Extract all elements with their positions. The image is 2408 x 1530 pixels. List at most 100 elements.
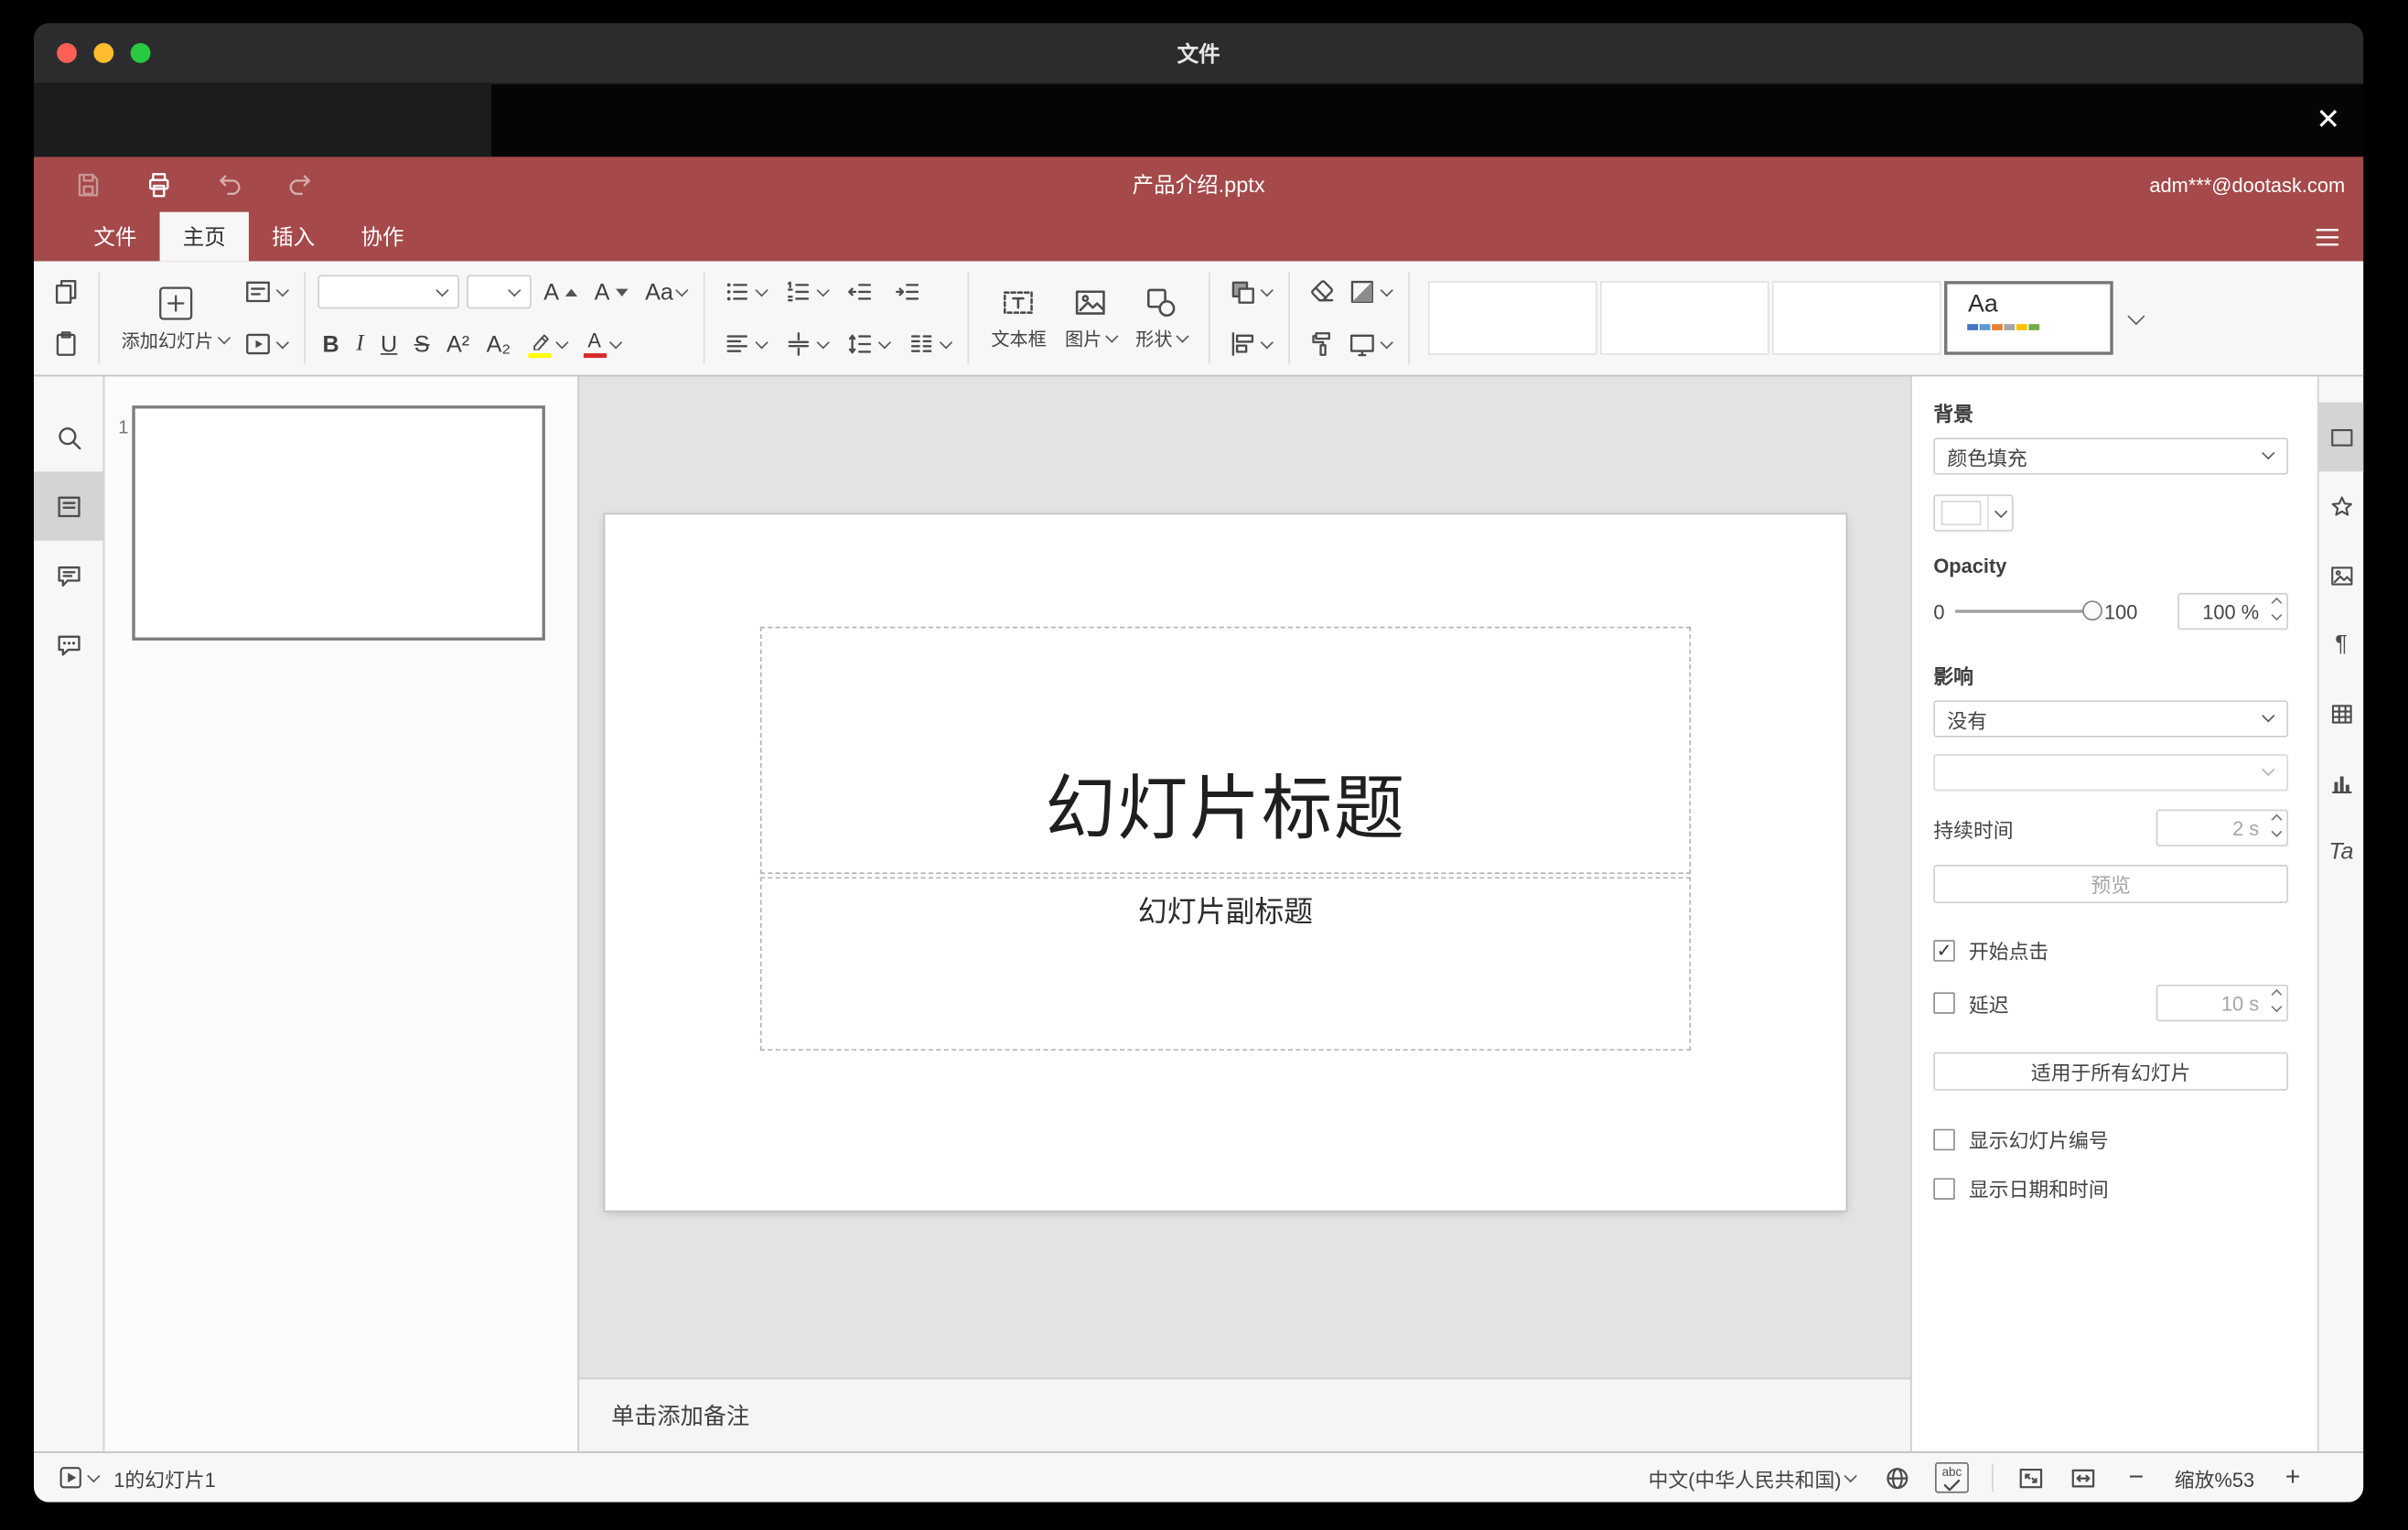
spinner-arrows[interactable] bbox=[2271, 813, 2283, 837]
fit-to-width-button[interactable] bbox=[2069, 1463, 2098, 1492]
effect-type-select[interactable] bbox=[1933, 754, 2289, 792]
increase-font-button[interactable]: A bbox=[539, 277, 582, 307]
background-color-button[interactable] bbox=[1933, 494, 2014, 532]
slide-thumbnail-1[interactable] bbox=[132, 405, 545, 641]
tab-file[interactable]: 文件 bbox=[70, 212, 159, 262]
notes-area[interactable]: 单击添加备注 bbox=[578, 1377, 1911, 1452]
theme-slot-1[interactable] bbox=[1428, 281, 1598, 355]
redo-button[interactable] bbox=[285, 169, 315, 199]
undo-button[interactable] bbox=[215, 169, 244, 199]
duration-spinner[interactable]: 2 s bbox=[2155, 809, 2289, 846]
strikethrough-button[interactable]: S bbox=[410, 329, 435, 359]
ribbon-tabs: 文件 主页 插入 协作 bbox=[34, 211, 427, 262]
title-placeholder[interactable]: 幻灯片标题 bbox=[759, 626, 1692, 875]
theme-gallery-expand-button[interactable] bbox=[2117, 281, 2157, 355]
subscript-button[interactable]: A₂ bbox=[482, 329, 516, 359]
textart-settings-tab[interactable]: Ta bbox=[2319, 817, 2364, 887]
paste-button[interactable] bbox=[46, 326, 86, 362]
show-date-checkbox[interactable] bbox=[1933, 1177, 1955, 1200]
chat-panel-button[interactable] bbox=[34, 609, 103, 679]
spinner-arrows[interactable] bbox=[2271, 597, 2283, 621]
zoom-out-button[interactable]: − bbox=[2121, 1462, 2152, 1493]
slide-surface[interactable]: 幻灯片标题 幻灯片副标题 bbox=[605, 514, 1846, 1211]
line-spacing-button[interactable] bbox=[841, 326, 895, 362]
change-case-button[interactable]: Aa bbox=[640, 277, 692, 307]
font-size-combo[interactable] bbox=[467, 275, 532, 309]
document-language-button[interactable] bbox=[1883, 1463, 1912, 1492]
copy-style-button[interactable] bbox=[1303, 326, 1343, 362]
paragraph-settings-tab[interactable]: ¶ bbox=[2319, 609, 2364, 679]
zoom-in-button[interactable]: + bbox=[2277, 1462, 2308, 1493]
add-slide-button[interactable]: 添加幻灯片 bbox=[113, 267, 239, 369]
arrange-shapes-button[interactable] bbox=[1223, 274, 1277, 310]
chart-settings-tab[interactable] bbox=[2319, 748, 2364, 817]
tab-collaboration[interactable]: 协作 bbox=[338, 212, 426, 262]
opacity-slider[interactable] bbox=[1955, 600, 2103, 621]
tab-home[interactable]: 主页 bbox=[159, 211, 249, 262]
print-button[interactable] bbox=[145, 169, 174, 199]
slide-canvas[interactable]: 幻灯片标题 幻灯片副标题 bbox=[578, 376, 1911, 1378]
zoom-window-button[interactable] bbox=[130, 42, 151, 63]
apply-to-all-button[interactable]: 适用于所有幻灯片 bbox=[1933, 1051, 2289, 1091]
slide-settings-tab[interactable] bbox=[2318, 402, 2364, 472]
theme-slot-3[interactable] bbox=[1772, 281, 1942, 355]
font-name-combo[interactable] bbox=[317, 275, 459, 309]
close-window-button[interactable] bbox=[57, 42, 77, 63]
background-fill-select[interactable]: 颜色填充 bbox=[1933, 437, 2289, 475]
preview-button[interactable]: 预览 bbox=[1933, 865, 2289, 903]
save-button[interactable] bbox=[74, 169, 103, 199]
clear-style-button[interactable] bbox=[1303, 274, 1343, 310]
italic-button[interactable]: I bbox=[351, 329, 368, 359]
chevron-down-icon bbox=[87, 1469, 101, 1482]
start-slideshow-button[interactable] bbox=[238, 326, 292, 362]
decrease-indent-button[interactable] bbox=[841, 274, 881, 310]
align-shapes-button[interactable] bbox=[1223, 326, 1277, 362]
opacity-spinner[interactable]: 100 % bbox=[2177, 592, 2289, 630]
bold-button[interactable]: B bbox=[317, 329, 343, 359]
table-settings-tab[interactable] bbox=[2319, 679, 2364, 749]
comments-panel-button[interactable] bbox=[34, 541, 103, 610]
copy-button[interactable] bbox=[46, 274, 86, 310]
theme-slot-selected[interactable]: Aa bbox=[1944, 281, 2114, 355]
color-scheme-button[interactable] bbox=[1343, 274, 1397, 310]
effect-select[interactable]: 没有 bbox=[1933, 700, 2289, 738]
horizontal-align-button[interactable] bbox=[718, 326, 772, 362]
highlight-color-button[interactable] bbox=[523, 328, 571, 361]
insert-textbox-button[interactable]: 文本框 bbox=[982, 267, 1056, 369]
language-button[interactable]: 中文(中华人民共和国) bbox=[1644, 1460, 1860, 1495]
insert-shape-button[interactable]: 形状 bbox=[1126, 267, 1197, 369]
tab-insert[interactable]: 插入 bbox=[249, 212, 338, 262]
increase-indent-button[interactable] bbox=[888, 274, 929, 310]
theme-swatch bbox=[1980, 324, 1992, 330]
spellcheck-button[interactable]: abc bbox=[1934, 1461, 1969, 1493]
delay-checkbox[interactable] bbox=[1933, 992, 1955, 1014]
subtitle-placeholder[interactable]: 幻灯片副标题 bbox=[759, 877, 1692, 1051]
opacity-slider-knob[interactable] bbox=[2082, 600, 2103, 621]
fit-to-slide-button[interactable] bbox=[2016, 1463, 2046, 1492]
search-panel-button[interactable] bbox=[34, 403, 103, 472]
delay-spinner[interactable]: 10 s bbox=[2155, 984, 2289, 1022]
superscript-button[interactable]: A² bbox=[442, 329, 474, 359]
insert-image-button[interactable]: 图片 bbox=[1056, 267, 1126, 369]
theme-slot-2[interactable] bbox=[1600, 281, 1770, 355]
underline-button[interactable]: U bbox=[376, 329, 402, 359]
decrease-font-button[interactable]: A bbox=[590, 277, 633, 307]
slide-size-button[interactable] bbox=[1343, 326, 1397, 362]
bullets-button[interactable] bbox=[718, 274, 772, 310]
vertical-align-button[interactable] bbox=[779, 326, 833, 362]
numbering-button[interactable] bbox=[779, 274, 833, 310]
start-slideshow-status-button[interactable] bbox=[52, 1460, 102, 1494]
minimize-window-button[interactable] bbox=[93, 42, 114, 63]
spinner-arrows[interactable] bbox=[2271, 988, 2283, 1013]
start-on-click-checkbox[interactable]: ✓ bbox=[1933, 939, 1955, 961]
slide-layout-button[interactable] bbox=[238, 274, 292, 310]
font-color-button[interactable]: A bbox=[578, 328, 624, 361]
show-slide-number-checkbox[interactable] bbox=[1933, 1127, 1955, 1150]
shape-settings-tab[interactable] bbox=[2319, 471, 2364, 541]
slides-panel-button[interactable] bbox=[33, 471, 103, 541]
color-dropdown-arrow[interactable] bbox=[1987, 496, 2012, 531]
close-dialog-button[interactable]: ✕ bbox=[2308, 101, 2349, 141]
menu-button[interactable] bbox=[2310, 220, 2344, 253]
image-settings-tab[interactable] bbox=[2319, 541, 2364, 610]
columns-button[interactable] bbox=[902, 326, 956, 362]
